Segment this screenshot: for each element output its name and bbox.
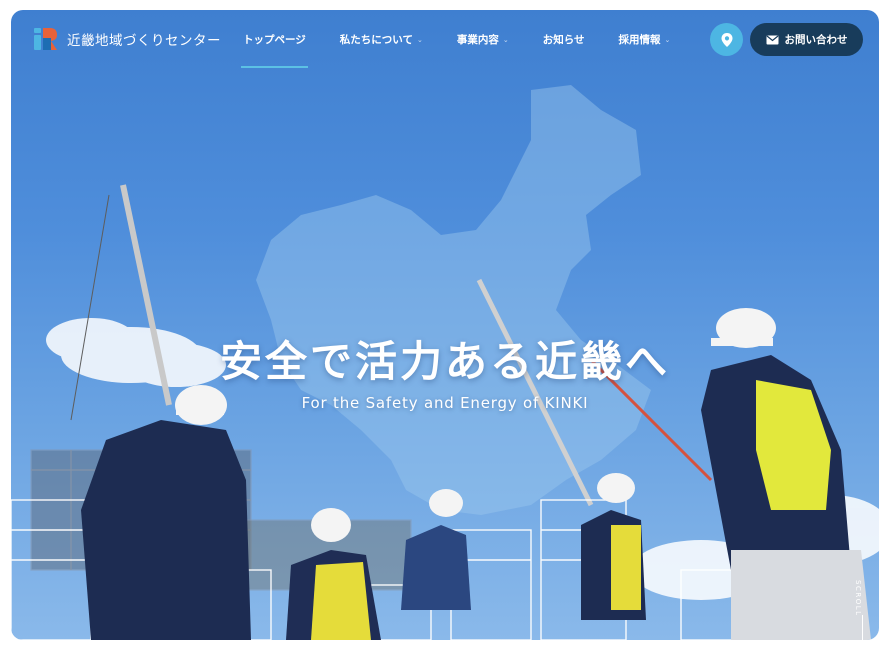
hero-subtitle: For the Safety and Energy of KINKI [301, 394, 589, 412]
map-pin-icon [721, 32, 732, 47]
hero-section: 近畿地域づくりセンター トップページ 私たちについて ⌄ 事業内容 ⌄ お知らせ… [11, 10, 879, 640]
hero-background-image [11, 85, 879, 640]
worker-center-right [581, 473, 646, 620]
contact-button[interactable]: お問い合わせ [750, 23, 863, 56]
nav-item-about[interactable]: 私たちについて ⌄ [340, 32, 423, 47]
site-header: 近畿地域づくりセンター トップページ 私たちについて ⌄ 事業内容 ⌄ お知らせ… [11, 10, 879, 68]
nav-label: 私たちについて [339, 34, 413, 46]
nav-label: トップページ [243, 34, 306, 46]
worker-left [81, 385, 251, 640]
chevron-down-icon: ⌄ [416, 35, 423, 44]
scroll-indicator-line [862, 615, 863, 640]
contact-label: お問い合わせ [784, 34, 848, 46]
chevron-down-icon: ⌄ [664, 35, 671, 44]
scroll-indicator-label[interactable]: SCROLL [854, 580, 862, 617]
access-map-button[interactable] [710, 23, 743, 56]
site-name: 近畿地域づくりセンター [67, 33, 221, 49]
main-nav: トップページ 私たちについて ⌄ 事業内容 ⌄ お知らせ 採用情報 ⌄ [241, 32, 704, 68]
hero-title: 安全で活力ある近畿へ [219, 337, 670, 386]
nav-item-news[interactable]: お知らせ [543, 32, 585, 47]
mail-icon [766, 35, 778, 44]
chevron-down-icon: ⌄ [502, 35, 509, 44]
nav-label: 採用情報 [618, 34, 661, 46]
nav-item-recruit[interactable]: 採用情報 ⌄ [619, 32, 671, 47]
site-logo[interactable]: 近畿地域づくりセンター [33, 26, 221, 52]
nav-item-top[interactable]: トップページ [241, 32, 308, 68]
nav-label: お知らせ [542, 34, 585, 46]
kinki-map-silhouette [256, 85, 651, 515]
logo-mark-icon [33, 26, 59, 52]
nav-item-business[interactable]: 事業内容 ⌄ [457, 32, 509, 47]
nav-label: 事業内容 [456, 34, 499, 46]
worker-center [401, 489, 471, 610]
